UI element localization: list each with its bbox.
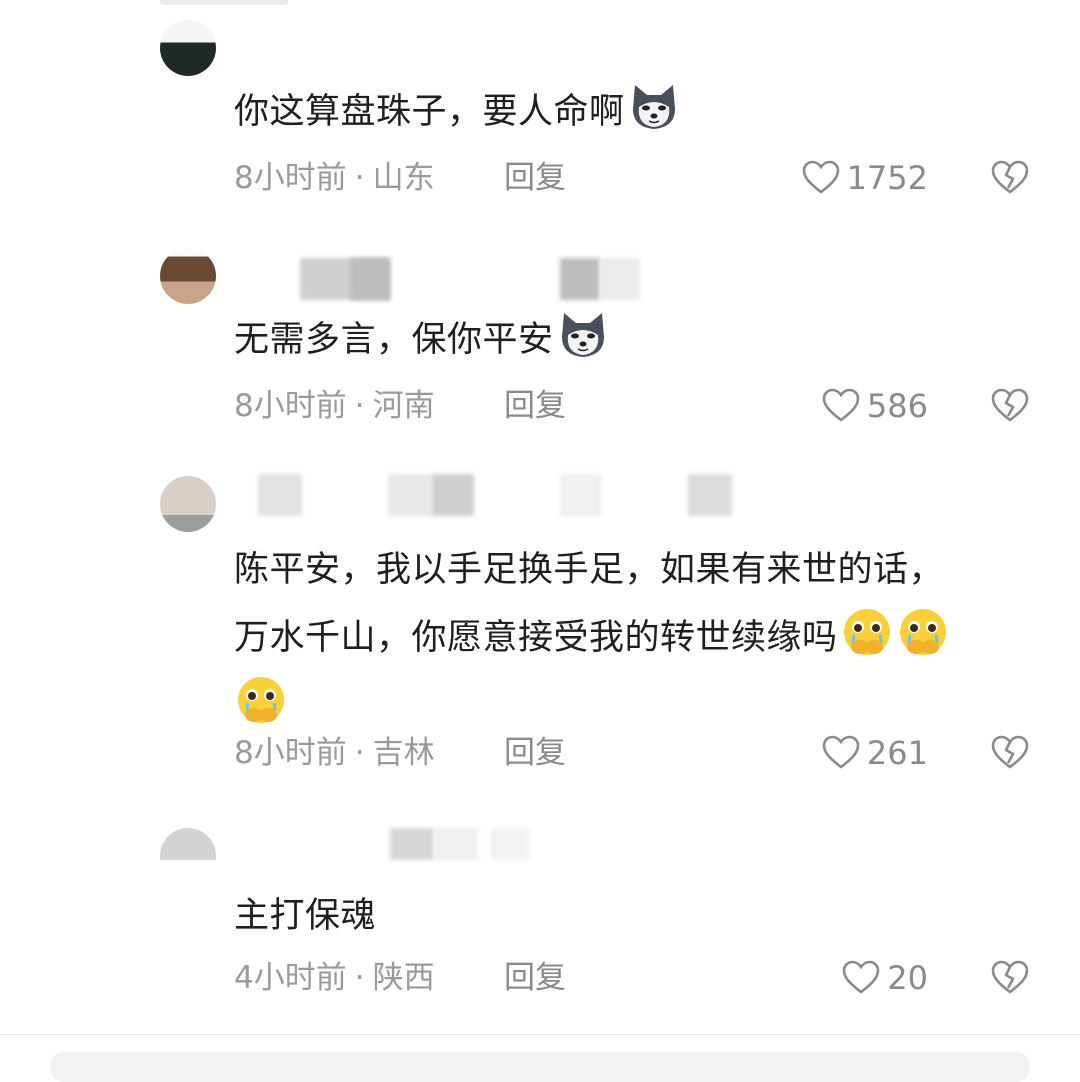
pleading-emoji-icon [899, 609, 946, 655]
divider [0, 1034, 1080, 1035]
heart-icon [842, 960, 880, 994]
avatar[interactable] [160, 828, 216, 860]
pleading-emoji-icon [238, 677, 284, 723]
husky-emoji-icon [632, 85, 675, 129]
comment-text: 你这算盘珠子，要人命啊 [234, 78, 1024, 146]
username-blurred [230, 828, 550, 860]
comment-meta: 8小时前 · 吉林 [234, 733, 435, 773]
reply-button[interactable]: 回复 [504, 158, 566, 198]
comment-location: 山东 [372, 160, 435, 196]
separator-dot: · [354, 388, 365, 424]
husky-emoji-icon [561, 313, 604, 357]
separator-dot: · [354, 160, 365, 196]
dislike-heart-icon[interactable] [990, 733, 1030, 773]
comment-meta: 8小时前 · 河南 [234, 386, 435, 426]
like-button[interactable]: 261 [821, 733, 928, 773]
reply-button[interactable]: 回复 [504, 958, 566, 998]
heart-icon [822, 388, 860, 422]
comment-text: 陈平安，我以手足换手足，如果有来世的话， 万水千山，你愿意接受我的转世续缘吗 [234, 536, 1024, 740]
avatar[interactable] [160, 248, 216, 304]
comment-time: 8小时前 [234, 388, 347, 424]
dislike-heart-icon[interactable] [990, 386, 1030, 426]
avatar[interactable] [160, 20, 216, 76]
comment-location: 陕西 [372, 960, 435, 996]
like-button[interactable]: 1752 [801, 158, 928, 198]
comment-time: 4小时前 [234, 960, 347, 996]
heart-icon [822, 735, 860, 769]
like-count: 261 [866, 734, 928, 772]
dislike-heart-icon[interactable] [990, 958, 1030, 998]
pleading-emoji-icon [843, 609, 890, 655]
comment-meta: 4小时前 · 陕西 [234, 958, 435, 998]
username-blurred [230, 474, 750, 516]
reply-button[interactable]: 回复 [504, 733, 566, 773]
previous-item-edge [160, 0, 288, 5]
like-button[interactable]: 586 [821, 386, 928, 426]
comment-text: 主打保魂 [234, 896, 377, 936]
separator-dot: · [354, 735, 365, 771]
comment-time: 8小时前 [234, 160, 347, 196]
like-count: 20 [887, 959, 928, 997]
heart-icon [802, 160, 839, 194]
username-blurred [230, 258, 650, 300]
comment-time: 8小时前 [234, 735, 347, 771]
comment-text: 无需多言，保你平安 [234, 306, 1024, 374]
like-count: 586 [866, 387, 928, 425]
like-button[interactable]: 20 [841, 958, 928, 998]
like-count: 1752 [846, 159, 928, 197]
separator-dot: · [354, 960, 365, 996]
reply-button[interactable]: 回复 [504, 386, 566, 426]
dislike-heart-icon[interactable] [990, 158, 1030, 198]
comment-location: 吉林 [372, 735, 435, 771]
avatar[interactable] [160, 476, 216, 532]
comment-meta: 8小时前 · 山东 [234, 158, 435, 198]
comment-location: 河南 [372, 388, 435, 424]
comment-input-bar[interactable] [50, 1052, 1030, 1082]
